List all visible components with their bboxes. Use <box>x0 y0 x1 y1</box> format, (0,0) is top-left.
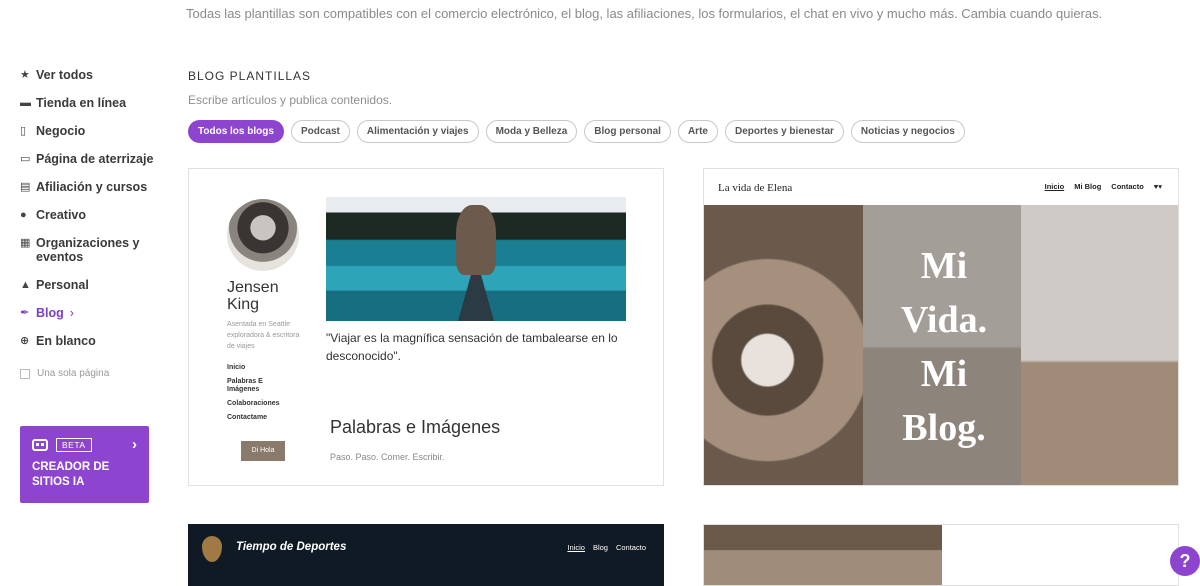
sidebar-item-creativo[interactable]: ● Creativo <box>20 208 160 222</box>
filter-chip-moda[interactable]: Moda y Belleza <box>485 120 578 143</box>
sidebar-item-label: Tienda en línea <box>36 96 127 110</box>
blogger-name: Jensen King <box>227 279 279 313</box>
template-nav: Inicio Blog Contacto <box>567 543 646 552</box>
star-icon: ★ <box>20 69 30 81</box>
filter-chip-todos[interactable]: Todos los blogs <box>188 120 284 143</box>
filter-chip-arte[interactable]: Arte <box>677 120 718 143</box>
template-card-jensen-king[interactable]: Jensen King Asentada en Seattle explorad… <box>188 168 664 486</box>
nav-link: Palabras E Imágenes <box>227 378 263 393</box>
blogger-bio: Asentada en Seattle exploradora & escrit… <box>227 321 300 350</box>
avatar <box>227 199 299 271</box>
template-image <box>704 525 942 585</box>
sidebar-item-label: Afiliación y cursos <box>36 180 148 194</box>
nav-link: Inicio <box>1044 182 1065 191</box>
sidebar-item-afiliacion[interactable]: ▤ Afiliación y cursos <box>20 180 160 194</box>
template-tagline: Paso. Paso. Comer. Escribir. <box>330 452 445 462</box>
template-nav: Inicio Palabras E Imágenes Colaboracione… <box>227 364 280 428</box>
one-page-filter[interactable]: Una sola página <box>20 368 160 379</box>
one-page-label: Una sola página <box>37 368 110 379</box>
palette-icon: ● <box>20 209 27 221</box>
sidebar-item-en-blanco[interactable]: ⊕ En blanco <box>20 334 160 348</box>
nav-link: Inicio <box>227 364 246 371</box>
sidebar-item-label: Creativo <box>36 208 87 222</box>
ai-site-builder-card[interactable]: BETA › CREADOR DE SITIOS IA <box>20 426 149 503</box>
nav-link: Inicio <box>567 543 585 552</box>
template-card-vida-de-elena[interactable]: La vida de Elena Inicio Mi Blog Contacto… <box>703 168 1179 486</box>
sidebar-item-label: Ver todos <box>36 68 93 82</box>
help-button[interactable]: ? <box>1170 546 1200 576</box>
lake-image <box>326 197 626 321</box>
section-subtitle: Escribe artículos y publica contenidos. <box>188 93 393 107</box>
intro-text: Todas las plantillas son compatibles con… <box>186 6 1103 21</box>
one-page-checkbox[interactable] <box>20 368 30 379</box>
drop-logo-icon <box>202 536 222 562</box>
hello-button: Di Hola <box>241 441 285 461</box>
nav-link: Contacto <box>615 543 646 552</box>
sidebar-item-tienda[interactable]: ▬ Tienda en línea <box>20 96 160 110</box>
template-heading: Palabras e Imágenes <box>330 417 501 437</box>
ai-card-title: CREADOR DE SITIOS IA <box>32 461 110 488</box>
nav-link: Mi Blog <box>1074 182 1102 191</box>
category-sidebar: ★ Ver todos ▬ Tienda en línea ▯ Negocio ▭ Pá… <box>20 68 160 379</box>
id-card-icon: ▤ <box>20 181 31 193</box>
sidebar-item-blog[interactable]: ✒ Blog › <box>20 306 160 320</box>
nav-link: Colaboraciones <box>227 400 280 407</box>
chevron-right-icon: › <box>132 436 137 453</box>
user-icon: ▲ <box>20 279 31 291</box>
hero-title: Mi Vida. Mi Blog. <box>900 245 988 449</box>
sidebar-item-aterrizaje[interactable]: ▭ Página de aterrizaje <box>20 152 160 166</box>
plants-photo <box>1021 205 1178 485</box>
sidebar-item-ver-todos[interactable]: ★ Ver todos <box>20 68 160 82</box>
plus-circle-icon: ⊕ <box>20 335 30 347</box>
template-nav: Inicio Mi Blog Contacto ♥▾ <box>1045 182 1162 191</box>
person-shape <box>456 205 496 275</box>
chevron-right-icon: › <box>69 306 74 320</box>
coffee-photo <box>704 205 863 485</box>
template-card-tiempo-de-deportes[interactable]: Tiempo de Deportes Inicio Blog Contacto <box>188 524 664 586</box>
sidebar-item-label: En blanco <box>36 334 96 348</box>
feather-icon: ✒ <box>20 307 30 319</box>
sidebar-item-negocio[interactable]: ▯ Negocio <box>20 124 160 138</box>
cart-icon: ▬ <box>20 97 31 109</box>
sidebar-item-label: Negocio <box>36 124 86 138</box>
sidebar-item-label: Personal <box>36 278 89 292</box>
travel-quote: "Viajar es la magnífica sensación de tam… <box>326 331 618 363</box>
robot-icon <box>32 438 48 451</box>
template-card-4[interactable] <box>703 524 1179 586</box>
template-brand: Tiempo de Deportes <box>236 541 347 553</box>
filter-chip-deportes[interactable]: Deportes y bienestar <box>724 120 844 143</box>
sidebar-item-organizaciones[interactable]: ▦ Organizaciones y eventos <box>20 236 160 264</box>
sidebar-item-personal[interactable]: ▲ Personal <box>20 278 160 292</box>
section-title: BLOG PLANTILLAS <box>188 69 312 83</box>
filter-chips: Todos los blogs Podcast Alimentación y v… <box>188 120 965 143</box>
template-brand: La vida de Elena <box>718 182 793 194</box>
sidebar-item-label: Página de aterrizaje <box>36 152 154 166</box>
window-icon: ▭ <box>20 153 31 165</box>
twitter-icon: ♥▾ <box>1153 182 1162 191</box>
calendar-icon: ▦ <box>20 237 31 249</box>
sidebar-item-label: Blog <box>36 306 64 320</box>
beta-badge: BETA <box>56 437 92 452</box>
filter-chip-personal[interactable]: Blog personal <box>584 120 671 143</box>
filter-chip-alimentacion[interactable]: Alimentación y viajes <box>356 120 479 143</box>
filter-chip-noticias[interactable]: Noticias y negocios <box>850 120 965 143</box>
clipboard-icon: ▯ <box>20 125 27 137</box>
filter-chip-podcast[interactable]: Podcast <box>290 120 350 143</box>
nav-link: Blog <box>592 543 608 552</box>
sidebar-item-label: Organizaciones y eventos <box>36 236 140 264</box>
nav-link: Contactame <box>227 414 268 421</box>
nav-link: Contacto <box>1111 182 1144 191</box>
